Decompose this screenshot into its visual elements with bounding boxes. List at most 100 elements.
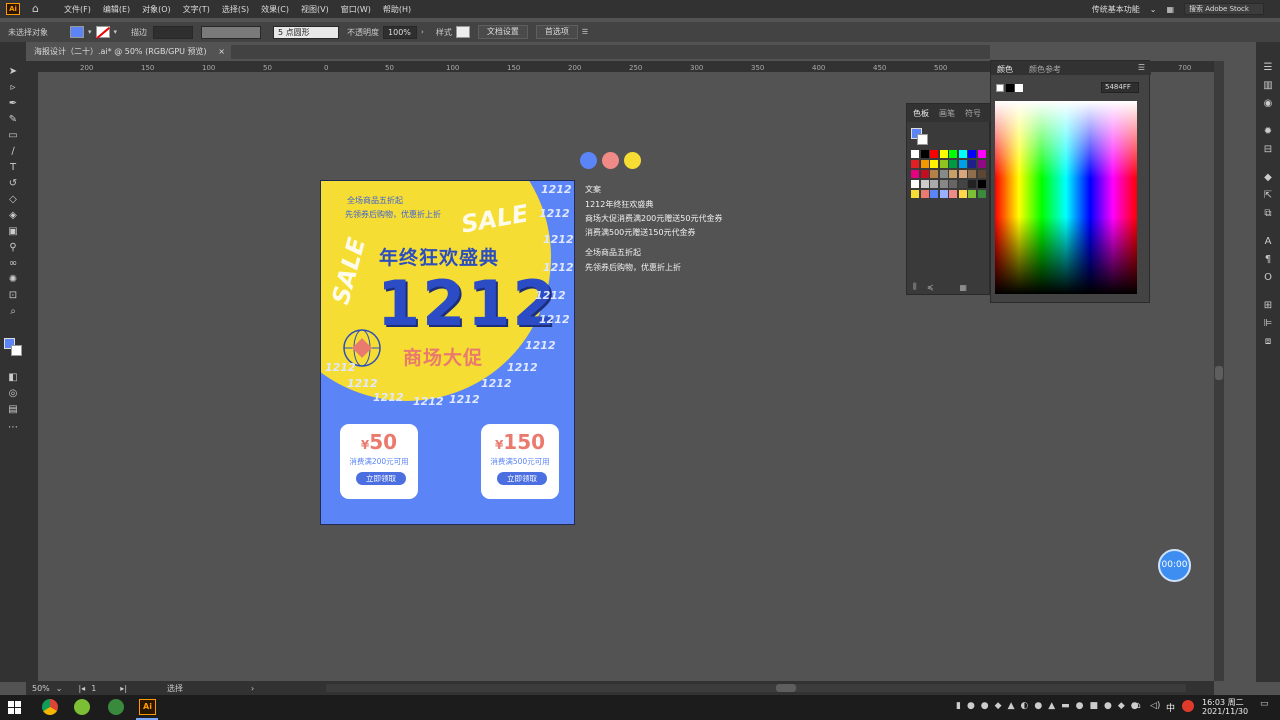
blend-tool-icon[interactable]: ∞ xyxy=(6,258,20,270)
color-swatch[interactable] xyxy=(930,190,938,198)
draw-mode-icon[interactable]: ◎ xyxy=(6,388,20,400)
graphic-style-swatch[interactable] xyxy=(455,26,470,38)
copy-line[interactable]: 消费满500元赠送150元代金券 xyxy=(585,227,696,238)
opacity-input[interactable]: 100% xyxy=(383,25,418,39)
sun-icon[interactable]: ✹ xyxy=(1262,126,1274,138)
none-swatch-icon[interactable] xyxy=(996,84,1004,92)
color-swatch[interactable] xyxy=(977,190,986,198)
color-swatch[interactable] xyxy=(939,190,948,198)
copy-line[interactable]: 全场商品五折起 xyxy=(585,247,641,258)
color-swatch[interactable] xyxy=(939,150,948,158)
color-swatch[interactable] xyxy=(949,180,957,188)
color-swatch[interactable] xyxy=(949,170,957,178)
brush-definition[interactable]: 5 点圆形 xyxy=(273,25,340,39)
color-swatch[interactable] xyxy=(939,170,948,178)
clock-date[interactable]: 2021/11/30 xyxy=(1202,707,1248,716)
rotate-tool-icon[interactable]: ↺ xyxy=(6,178,20,190)
copy-line[interactable]: 1212年终狂欢盛典 xyxy=(585,199,653,210)
color-swatch[interactable] xyxy=(930,170,938,178)
menu-type[interactable]: 文字(T) xyxy=(183,4,210,15)
tab-swatches[interactable]: 色板 xyxy=(913,108,929,119)
menu-edit[interactable]: 编辑(E) xyxy=(103,4,130,15)
color-swatch[interactable] xyxy=(911,150,919,158)
color-swatch[interactable] xyxy=(920,160,929,168)
chrome-icon[interactable] xyxy=(42,699,58,715)
document-tab[interactable]: 海报设计（二十）.ai* @ 50% (RGB/GPU 预览) × xyxy=(26,45,231,59)
chevron-down-icon[interactable]: ⌄ xyxy=(56,684,63,693)
document-setup-button[interactable]: 文档设置 xyxy=(477,25,528,39)
menu-view[interactable]: 视图(V) xyxy=(301,4,329,15)
color-swatch[interactable] xyxy=(949,160,957,168)
color-swatch[interactable] xyxy=(968,170,976,178)
pathfinder-icon[interactable]: ⧈ xyxy=(1262,336,1274,348)
notification-icon[interactable]: ▭ xyxy=(1260,699,1269,709)
vertical-scrollbar[interactable] xyxy=(1214,61,1224,681)
menu-file[interactable]: 文件(F) xyxy=(64,4,91,15)
color-swatch[interactable] xyxy=(968,160,976,168)
gradient-tool-icon[interactable]: ▣ xyxy=(6,226,20,238)
direct-selection-tool-icon[interactable]: ▹ xyxy=(6,82,20,94)
menu-icon[interactable]: ☰ xyxy=(1262,62,1274,74)
rectangle-tool-icon[interactable]: ▭ xyxy=(6,130,20,142)
recording-timer[interactable]: 00:00 xyxy=(1158,549,1191,582)
stroke-weight-input[interactable] xyxy=(153,25,194,39)
opentype-icon[interactable]: O xyxy=(1262,272,1274,284)
paintbrush-tool-icon[interactable]: ∕ xyxy=(6,146,20,158)
preferences-button[interactable]: 首选项 xyxy=(535,25,578,39)
color-spectrum[interactable] xyxy=(995,101,1137,294)
color-swatch[interactable] xyxy=(968,190,976,198)
color-swatch[interactable] xyxy=(911,170,919,178)
symbol-sprayer-icon[interactable]: ✺ xyxy=(6,274,20,286)
color-swatch[interactable] xyxy=(958,160,967,168)
black-swatch[interactable] xyxy=(1006,84,1014,92)
chevron-down-icon[interactable]: ⌄ xyxy=(1150,5,1157,14)
tab-color[interactable]: 颜色 xyxy=(997,64,1013,75)
windows-start-icon[interactable] xyxy=(8,701,21,714)
artboard-tool-icon[interactable]: ⊡ xyxy=(6,290,20,302)
curvature-tool-icon[interactable]: ✎ xyxy=(6,114,20,126)
align-icon[interactable]: ⊫ xyxy=(1262,318,1274,330)
menu-icon[interactable]: ☰ xyxy=(1138,63,1145,72)
color-swatch[interactable] xyxy=(958,180,967,188)
artboard-number[interactable]: 1 xyxy=(91,684,96,693)
claim-coupon-button[interactable]: 立即领取 xyxy=(356,472,406,485)
graphic-styles-icon[interactable]: ◉ xyxy=(1262,98,1274,110)
zoom-level[interactable]: 50% xyxy=(32,684,50,693)
tab-symbols[interactable]: 符号 xyxy=(965,108,981,119)
shape-builder-icon[interactable]: ◈ xyxy=(6,210,20,222)
hex-input[interactable]: 5484FF xyxy=(1101,82,1139,93)
color-swatch[interactable] xyxy=(930,160,938,168)
eraser-tool-icon[interactable]: ◇ xyxy=(6,194,20,206)
eyedropper-tool-icon[interactable]: ⚲ xyxy=(6,242,20,254)
color-mode-icon[interactable]: ◧ xyxy=(6,372,20,384)
poster-artboard[interactable]: 全场商品五折起 先领券后购物，优惠折上折 SALE SALE 年终狂欢盛典 12… xyxy=(320,180,575,525)
menu-object[interactable]: 对象(O) xyxy=(142,4,171,15)
claim-coupon-button[interactable]: 立即领取 xyxy=(497,472,547,485)
next-artboard-icon[interactable]: ▸| xyxy=(120,684,127,693)
export-icon[interactable]: ⇱ xyxy=(1262,190,1274,202)
image-trace-icon[interactable]: ⊟ xyxy=(1262,144,1274,156)
menu-help[interactable]: 帮助(H) xyxy=(383,4,411,15)
stroke-swatch[interactable] xyxy=(95,26,110,39)
sogou-icon[interactable] xyxy=(1182,700,1194,712)
white-swatch[interactable] xyxy=(1015,84,1023,92)
more-tools-icon[interactable]: ⋯ xyxy=(6,422,20,434)
scroll-thumb[interactable] xyxy=(1215,366,1223,380)
illustrator-taskbar-icon[interactable]: Ai xyxy=(139,699,156,715)
selection-tool-icon[interactable]: ➤ xyxy=(6,66,20,78)
coupon-card[interactable]: ¥50 消费满200元可用 立即领取 xyxy=(340,424,418,499)
chevron-down-icon[interactable]: ▾ xyxy=(114,28,118,36)
ime-indicator[interactable]: 中 xyxy=(1166,701,1175,714)
horizontal-scrollbar[interactable] xyxy=(326,684,1186,692)
align-options-icon[interactable]: ☰ xyxy=(582,28,588,36)
type-tool-icon[interactable]: T xyxy=(6,162,20,174)
menu-window[interactable]: 窗口(W) xyxy=(341,4,371,15)
paragraph-icon[interactable]: ¶ xyxy=(1262,254,1274,266)
chevron-down-icon[interactable]: ▾ xyxy=(88,28,92,36)
color-swatch[interactable] xyxy=(939,160,948,168)
variable-width-profile[interactable] xyxy=(201,25,262,39)
zoom-tool-icon[interactable]: ⌕ xyxy=(6,306,20,318)
color-swatch[interactable] xyxy=(920,190,929,198)
workspace-switcher[interactable]: 传统基本功能 xyxy=(1092,4,1140,15)
stock-search-input[interactable]: 搜索 Adobe Stock xyxy=(1184,3,1264,15)
